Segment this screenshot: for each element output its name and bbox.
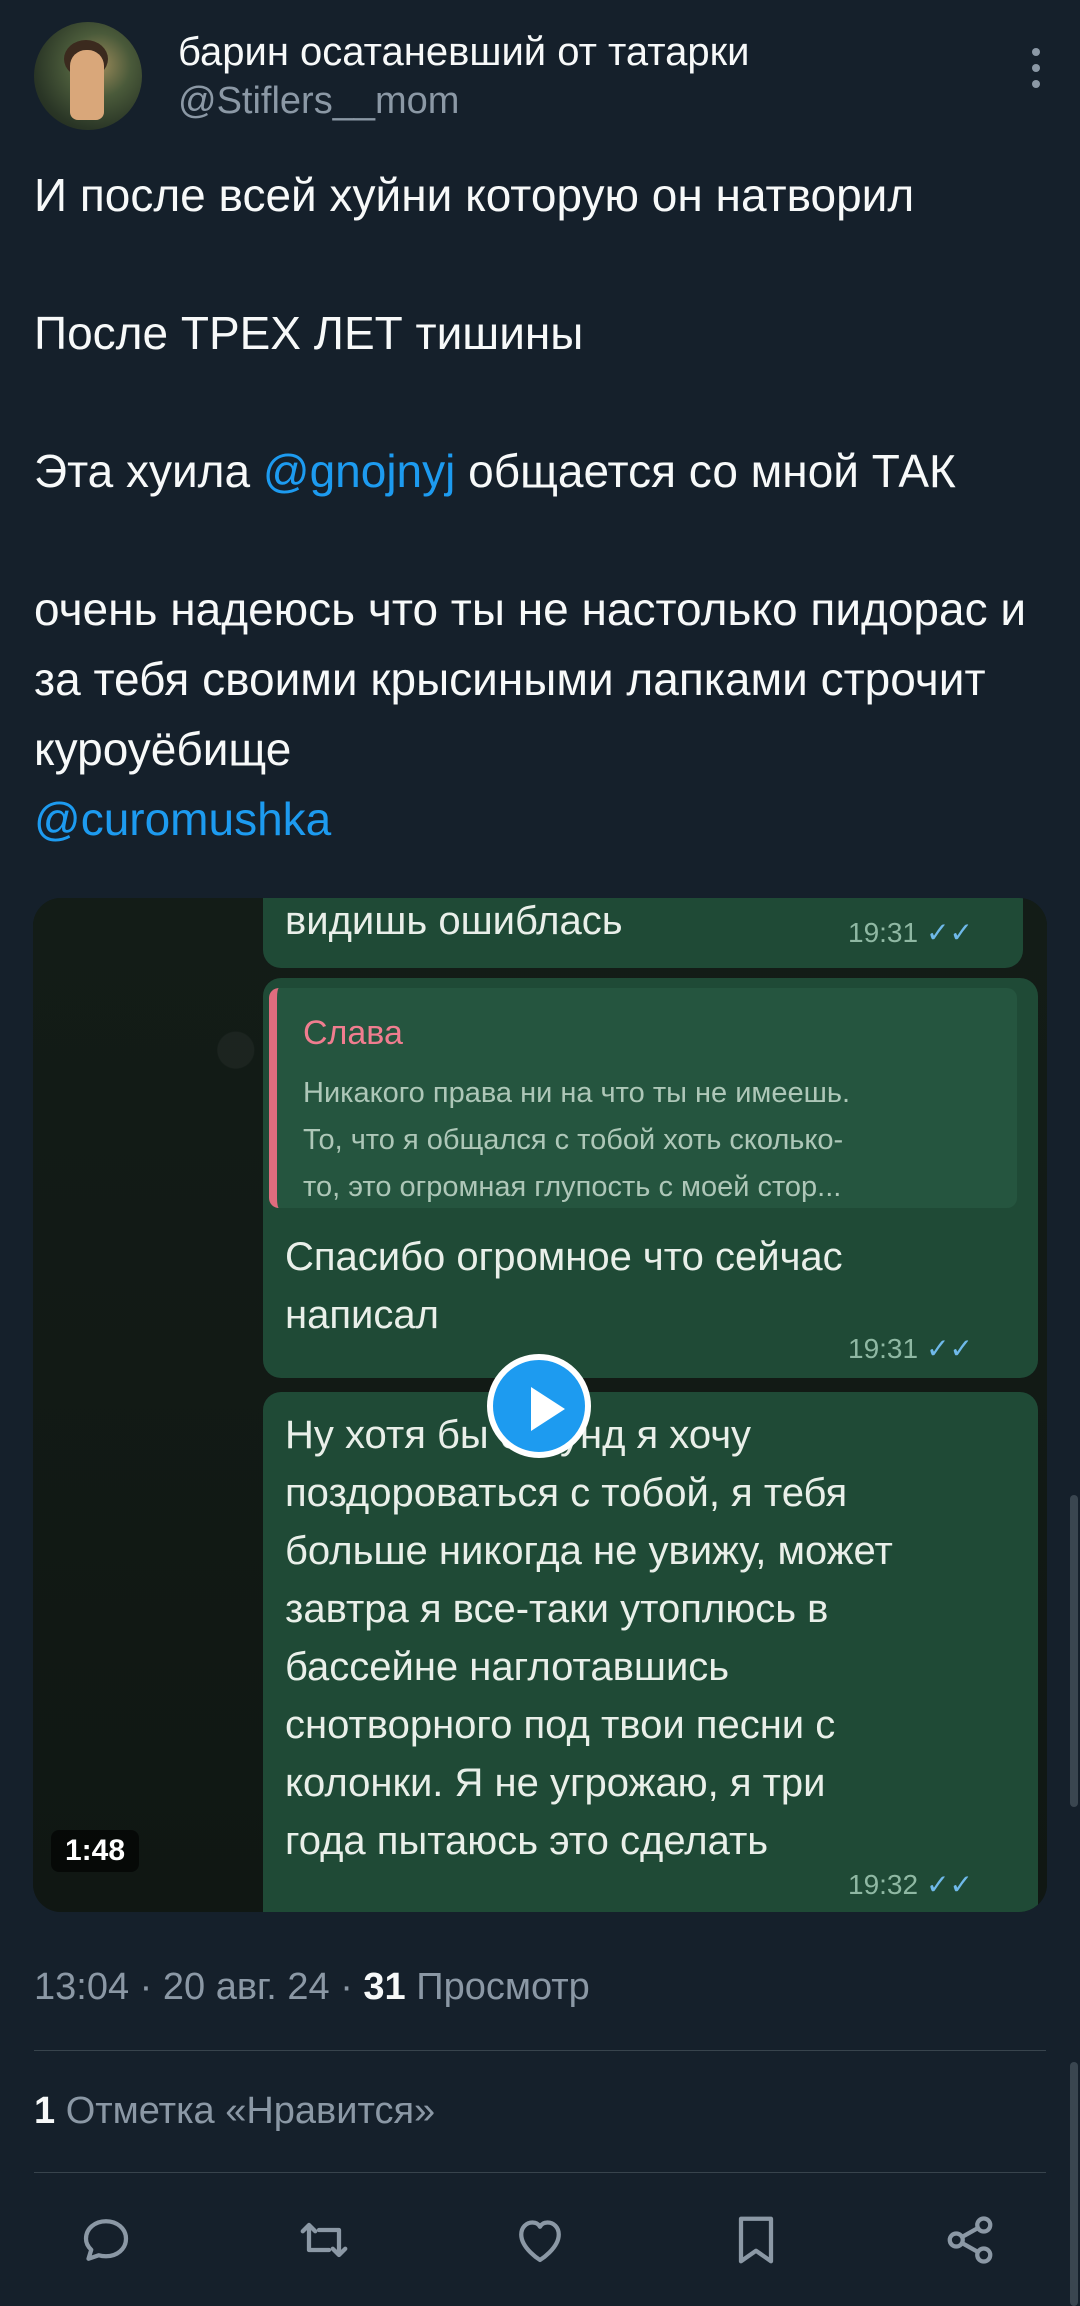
mention-link[interactable]: @curomushka xyxy=(34,793,331,845)
more-options-icon[interactable] xyxy=(1026,48,1046,98)
author-handle[interactable]: @Stiflers__mom xyxy=(178,80,459,123)
quoted-author: Слава xyxy=(303,1014,403,1052)
tweet-text-fragment: Эта хуила xyxy=(34,445,251,497)
chat-message-text: Ну хотя бы секунд я хочу поздороваться с… xyxy=(285,1413,893,1863)
read-ticks-icon: ✓✓ xyxy=(926,1333,973,1364)
likes-label: Отметка «Нравится» xyxy=(65,2090,436,2132)
tweet-header: барин осатаневший от татарки @Stiflers__… xyxy=(34,22,1046,134)
like-icon[interactable] xyxy=(510,2210,570,2270)
divider xyxy=(34,2050,1046,2051)
tweet-time[interactable]: 13:04 xyxy=(34,1966,129,2008)
quoted-text: Никакого права ни на что ты не имеешь. Т… xyxy=(303,1077,851,1203)
chat-timestamp: 19:31 ✓✓ xyxy=(848,917,973,948)
author-name[interactable]: барин осатаневший от татарки xyxy=(178,30,749,75)
tweet-line: После ТРЕХ ЛЕТ тишины xyxy=(34,307,584,359)
retweet-icon[interactable] xyxy=(294,2210,354,2270)
tweet-line: очень надеюсь что ты не настолько пидора… xyxy=(34,583,1027,775)
play-icon[interactable] xyxy=(487,1354,591,1458)
share-icon[interactable] xyxy=(940,2210,1000,2270)
views-label: Просмотр xyxy=(416,1966,590,2008)
tweet-line: И после всей хуйни которую он натворил xyxy=(34,169,915,221)
chat-timestamp: 19:31 ✓✓ xyxy=(848,1333,973,1364)
likes-count: 1 xyxy=(34,2090,56,2132)
bookmark-icon[interactable] xyxy=(726,2210,786,2270)
tweet-text-fragment: общается со мной ТАК xyxy=(468,445,956,497)
scrollbar[interactable] xyxy=(1070,2062,1078,2306)
chat-message-text: видишь ошиблась xyxy=(285,899,623,943)
tweet-meta: 13:04 · 20 авг. 24 · 31 Просмотр xyxy=(34,1966,590,2008)
video-duration: 1:48 xyxy=(51,1830,140,1872)
tweet-text: И после всей хуйни которую он натворил П… xyxy=(34,160,1044,854)
read-ticks-icon: ✓✓ xyxy=(926,917,973,948)
chat-message-text: Спасибо огромное что сейчас написал xyxy=(285,1235,843,1337)
tweet-date[interactable]: 20 авг. 24 xyxy=(163,1966,330,2008)
action-bar xyxy=(0,2200,1080,2280)
divider xyxy=(34,2172,1046,2173)
views-count: 31 xyxy=(363,1966,406,2008)
tweet-line: Эта хуила @gnojnyj общается со мной ТАК xyxy=(34,436,1044,506)
reply-icon[interactable] xyxy=(76,2210,136,2270)
scrollbar[interactable] xyxy=(1070,1495,1078,1807)
likes-summary[interactable]: 1 Отметка «Нравится» xyxy=(34,2090,435,2133)
mention-link[interactable]: @gnojnyj xyxy=(263,445,455,497)
video-player[interactable]: видишь ошиблась 19:31 ✓✓ Слава Никакого п… xyxy=(33,898,1047,1912)
avatar[interactable] xyxy=(34,22,142,130)
read-ticks-icon: ✓✓ xyxy=(926,1869,973,1900)
chat-timestamp: 19:32 ✓✓ xyxy=(848,1869,973,1900)
